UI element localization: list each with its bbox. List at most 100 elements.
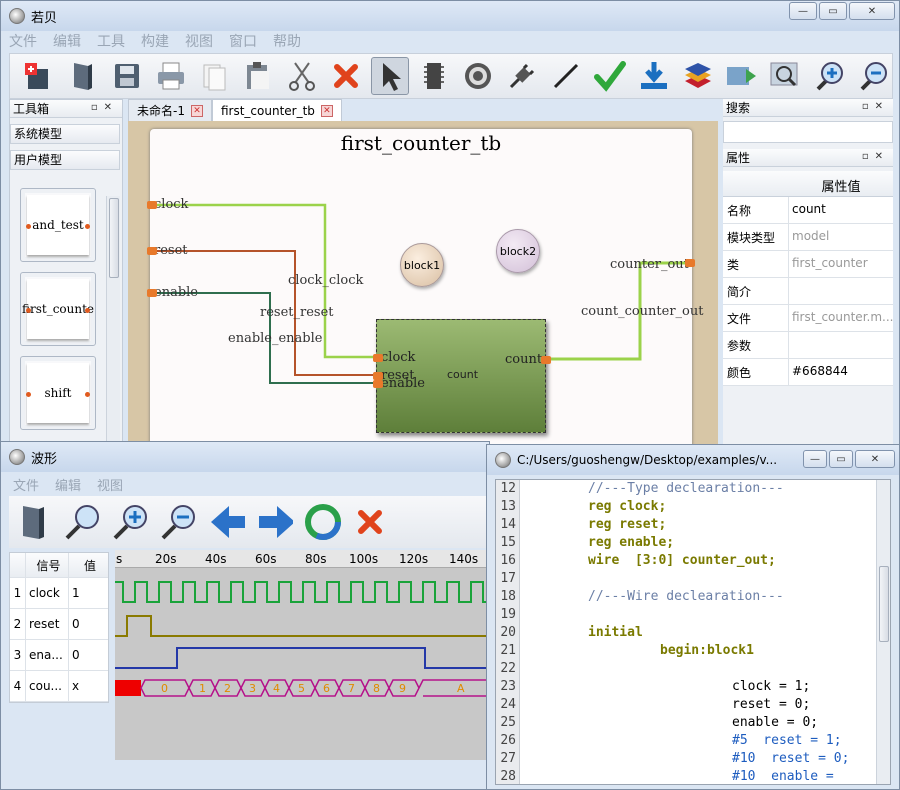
prop-row-file[interactable]: 文件 first_counter.m... xyxy=(723,305,893,332)
waveform-view[interactable]: s 20s 40s 60s 80s 100s 120s 140s 0 1 2 3… xyxy=(115,550,489,760)
layers-icon[interactable] xyxy=(679,57,717,95)
minimize-button[interactable]: — xyxy=(789,2,817,20)
plug-icon[interactable] xyxy=(503,57,541,95)
new-module-icon[interactable] xyxy=(20,57,58,95)
code-maximize-button[interactable]: ▭ xyxy=(829,450,853,468)
simulate-icon[interactable] xyxy=(723,57,761,95)
prop-value[interactable]: count xyxy=(789,197,893,223)
select-pointer-icon[interactable] xyxy=(371,57,410,95)
component-label: shift xyxy=(27,363,89,423)
block1-node[interactable]: block1 xyxy=(400,243,444,287)
component-shift[interactable]: shift xyxy=(20,356,96,430)
signal-row[interactable]: 3 ena... 0 xyxy=(10,640,108,671)
prop-row-class[interactable]: 类 first_counter xyxy=(723,251,893,278)
cut-icon[interactable] xyxy=(283,57,321,95)
settings-icon[interactable] xyxy=(459,57,497,95)
menu-edit[interactable]: 编辑 xyxy=(53,31,81,51)
download-icon[interactable] xyxy=(635,57,673,95)
paste-icon[interactable] xyxy=(240,57,278,95)
delete-icon[interactable] xyxy=(327,57,365,95)
scrollbar-thumb[interactable] xyxy=(109,198,119,278)
wire-tool-icon[interactable] xyxy=(547,57,585,95)
waveforms-svg: 0 1 2 3 4 5 6 7 8 9 A xyxy=(115,581,489,697)
signal-index: 1 xyxy=(13,586,22,600)
code-close-button[interactable]: ✕ xyxy=(855,450,895,468)
wave-menu-edit[interactable]: 编辑 xyxy=(55,475,81,494)
user-models-button[interactable]: 用户模型 xyxy=(10,150,120,170)
maximize-button[interactable]: ▭ xyxy=(819,2,847,20)
prop-value[interactable]: #668844 xyxy=(789,359,893,385)
port-connector[interactable] xyxy=(147,289,157,297)
block2-node[interactable]: block2 xyxy=(496,229,540,273)
menu-view[interactable]: 视图 xyxy=(185,31,213,51)
component-and-test[interactable]: and_test xyxy=(20,188,96,262)
props-panel-controls[interactable]: ▫✕ xyxy=(862,151,889,162)
menu-build[interactable]: 构建 xyxy=(141,31,169,51)
code-editor[interactable]: 12 13 14 15 16 17 18 19 20 21 22 23 24 2… xyxy=(495,479,891,785)
copy-icon[interactable] xyxy=(196,57,234,95)
wave-delete-icon[interactable] xyxy=(351,503,389,541)
wave-back-icon[interactable] xyxy=(207,503,245,541)
menu-file[interactable]: 文件 xyxy=(9,31,37,51)
wave-zoom-icon[interactable] xyxy=(63,503,101,541)
code-line: enable = 0; xyxy=(732,715,819,730)
wave-zoom-in-icon[interactable] xyxy=(111,503,149,541)
prop-value[interactable] xyxy=(789,332,893,358)
system-models-button[interactable]: 系统模型 xyxy=(10,124,120,144)
prop-value[interactable] xyxy=(789,278,893,304)
zoom-fit-icon[interactable] xyxy=(766,57,804,95)
prop-value[interactable]: model xyxy=(789,224,893,250)
close-button[interactable]: ✕ xyxy=(849,2,895,20)
bus-value-label: A xyxy=(457,682,465,695)
line-number: 19 xyxy=(500,607,516,622)
prop-row-type[interactable]: 模块类型 model xyxy=(723,224,893,251)
signal-row[interactable]: 1 clock 1 xyxy=(10,578,108,609)
chip-icon[interactable] xyxy=(415,57,453,95)
prop-row-params[interactable]: 参数 xyxy=(723,332,893,359)
print-icon[interactable] xyxy=(152,57,190,95)
signal-row[interactable]: 2 reset 0 xyxy=(10,609,108,640)
prop-row-desc[interactable]: 简介 xyxy=(723,278,893,305)
prop-value[interactable]: first_counter xyxy=(789,251,893,277)
menu-window[interactable]: 窗口 xyxy=(229,31,257,51)
module-port[interactable] xyxy=(373,372,383,380)
zoom-out-icon[interactable] xyxy=(854,57,892,95)
module-port[interactable] xyxy=(373,354,383,362)
check-icon[interactable] xyxy=(591,57,629,95)
search-input[interactable] xyxy=(723,121,893,143)
prop-row-name[interactable]: 名称 count xyxy=(723,197,893,224)
menu-help[interactable]: 帮助 xyxy=(273,31,301,51)
toolbox-panel-controls[interactable]: ▫✕ xyxy=(91,102,118,113)
toolbox-scrollbar[interactable] xyxy=(106,196,120,441)
code-scrollbar-thumb[interactable] xyxy=(879,566,889,642)
wave-refresh-icon[interactable] xyxy=(303,503,341,541)
port-connector[interactable] xyxy=(147,247,157,255)
code-scrollbar[interactable] xyxy=(876,480,890,784)
port-connector[interactable] xyxy=(147,201,157,209)
close-tab-icon[interactable]: ✕ xyxy=(320,104,333,117)
component-first-counter[interactable]: first_counte xyxy=(20,272,96,346)
diagram-canvas[interactable]: first_counter_tb clock reset enable coun… xyxy=(128,121,718,451)
signal-row[interactable]: 4 cou... x xyxy=(10,671,108,702)
zoom-in-icon[interactable] xyxy=(810,57,848,95)
tab-first-counter-tb[interactable]: first_counter_tb ✕ xyxy=(211,99,342,121)
module-port[interactable] xyxy=(541,356,551,364)
wave-menu-file[interactable]: 文件 xyxy=(13,475,39,494)
tab-untitled[interactable]: 未命名-1 ✕ xyxy=(128,99,212,121)
waveform-toolbar xyxy=(9,496,489,548)
code-minimize-button[interactable]: — xyxy=(803,450,827,468)
wave-forward-icon[interactable] xyxy=(255,503,293,541)
prop-value[interactable]: first_counter.m... xyxy=(789,305,893,331)
count-module[interactable]: clock reset enable count count xyxy=(373,319,551,433)
wave-menu-view[interactable]: 视图 xyxy=(97,475,123,494)
search-panel-controls[interactable]: ▫✕ xyxy=(862,101,889,112)
menu-tools[interactable]: 工具 xyxy=(97,31,125,51)
prop-row-color[interactable]: 颜色 #668844 xyxy=(723,359,893,386)
close-tab-icon[interactable]: ✕ xyxy=(190,104,203,117)
wave-zoom-out-icon[interactable] xyxy=(159,503,197,541)
save-icon[interactable] xyxy=(108,57,146,95)
module-port[interactable] xyxy=(373,380,383,388)
open-file-icon[interactable] xyxy=(64,57,102,95)
wave-open-icon[interactable] xyxy=(15,503,53,541)
port-connector[interactable] xyxy=(685,259,695,267)
